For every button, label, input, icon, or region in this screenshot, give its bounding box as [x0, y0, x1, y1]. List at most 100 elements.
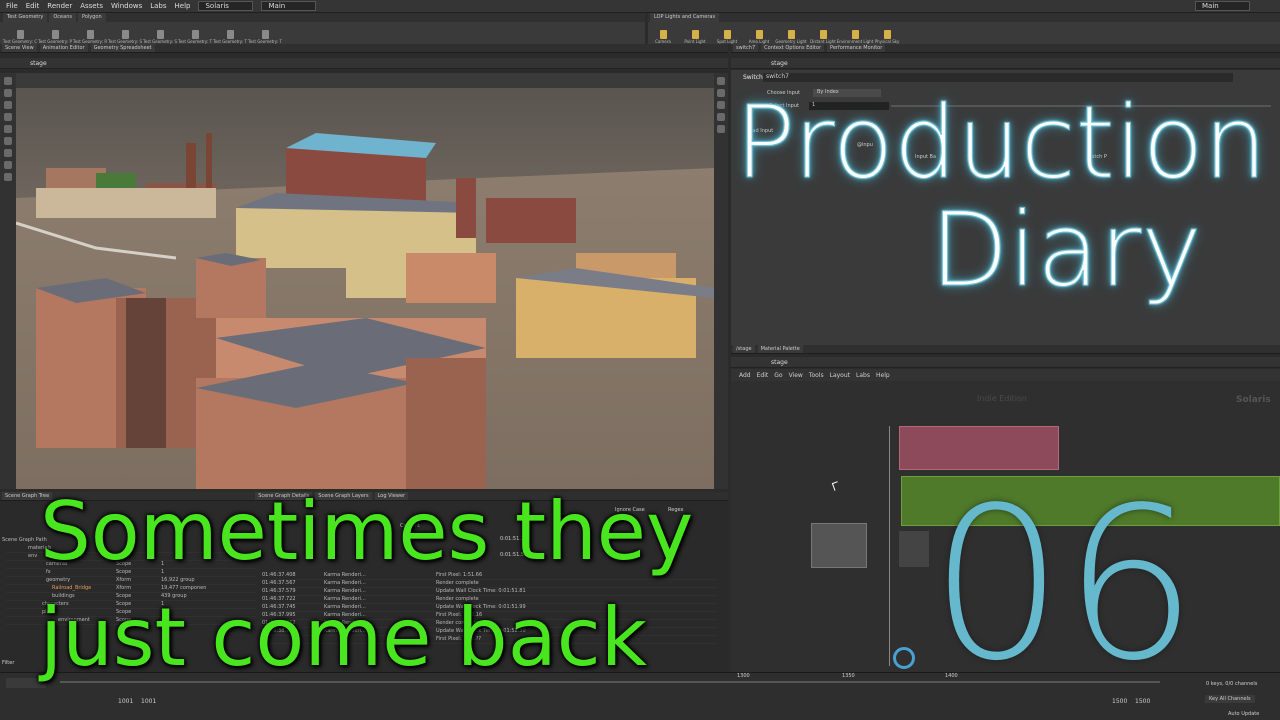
network-path-bar[interactable]: stage — [731, 357, 1280, 368]
viewport-right-toolbar — [714, 73, 728, 489]
title-production: Production — [734, 84, 1268, 201]
display-icon[interactable] — [717, 77, 725, 85]
scale-icon[interactable] — [4, 125, 12, 133]
geometry-light-tool[interactable]: Geometry Light — [775, 30, 807, 44]
shading-icon[interactable] — [717, 89, 725, 97]
frame-current-field[interactable]: 1001 — [141, 698, 156, 705]
lock-icon[interactable] — [4, 89, 12, 97]
selected-node-ring[interactable] — [893, 647, 915, 669]
wire — [889, 426, 890, 666]
filter-label[interactable]: Filter — [2, 660, 14, 666]
tab-scene-view[interactable]: Scene View — [2, 44, 37, 52]
params-path: stage — [771, 59, 788, 67]
viewer-path-bar[interactable]: stage — [0, 58, 728, 69]
frame-start-field[interactable]: 1001 — [118, 698, 133, 705]
menu-help[interactable]: Help — [175, 2, 191, 10]
shelf-tool[interactable]: Test Geometry: T — [213, 30, 247, 44]
shelf-tools: Test Geometry: C Test Geometry: P Test G… — [0, 22, 645, 44]
geometry-icon — [86, 30, 94, 39]
menu-windows[interactable]: Windows — [111, 2, 142, 10]
rotate-icon[interactable] — [4, 113, 12, 121]
lighting-icon[interactable] — [717, 101, 725, 109]
sky-icon — [883, 30, 891, 39]
menu-help[interactable]: Help — [876, 372, 890, 379]
point-light-tool[interactable]: Point Light — [683, 30, 707, 44]
light-icon[interactable] — [4, 161, 12, 169]
shelf-tool[interactable]: Test Geometry: S — [108, 30, 142, 44]
geometry-icon — [121, 30, 129, 39]
node-name-field[interactable]: switch7 — [763, 73, 1233, 82]
right-desktop-select[interactable]: Main — [1195, 1, 1250, 11]
params-path-bar[interactable]: stage — [731, 58, 1280, 69]
spot-light-tool[interactable]: Spot Light — [715, 30, 739, 44]
physical-sky-tool[interactable]: Physical Sky — [875, 30, 899, 44]
network-node[interactable] — [899, 531, 929, 567]
menu-edit[interactable]: Edit — [757, 372, 769, 379]
tree-row[interactable]: geometry Xform 16,922 group — [6, 577, 256, 585]
key-all-channels-button[interactable]: Key All Channels — [1205, 695, 1255, 703]
tab-geometry-spreadsheet[interactable]: Geometry Spreadsheet — [90, 44, 155, 52]
tab-material-palette[interactable]: Material Palette — [757, 345, 803, 353]
light-icon — [755, 30, 763, 39]
menu-view[interactable]: View — [789, 372, 803, 379]
camera-tool[interactable]: Camera — [651, 30, 675, 44]
scene-viewport[interactable] — [16, 88, 714, 489]
viewer-tabs: Scene View Animation Editor Geometry Spr… — [0, 44, 728, 53]
menu-render[interactable]: Render — [47, 2, 72, 10]
node-type-label: Switch — [743, 74, 763, 81]
menu-file[interactable]: File — [6, 2, 18, 10]
indie-watermark: Indie Edition — [977, 394, 1027, 403]
lop-shelf-tabs: LOP Lights and Cameras — [648, 13, 1280, 22]
menu-labs[interactable]: Labs — [150, 2, 166, 10]
move-icon[interactable] — [4, 101, 12, 109]
menu-labs[interactable]: Labs — [856, 372, 870, 379]
select-icon[interactable] — [4, 77, 12, 85]
shelf-tab-test-geometry[interactable]: Test Geometry — [3, 13, 48, 22]
caption-line-1: Sometimes they — [40, 485, 694, 578]
workspace-select[interactable]: Main — [261, 1, 317, 11]
tab-switch7[interactable]: switch7 — [733, 44, 759, 52]
shelf-tool[interactable]: Test Geometry: T — [178, 30, 212, 44]
menu-go[interactable]: Go — [774, 372, 782, 379]
tab-animation-editor[interactable]: Animation Editor — [39, 44, 88, 52]
camera-icon[interactable] — [717, 125, 725, 133]
network-subnet[interactable] — [811, 523, 867, 568]
geometry-icon — [156, 30, 164, 39]
menu-edit[interactable]: Edit — [26, 2, 40, 10]
menu-assets[interactable]: Assets — [80, 2, 103, 10]
menu-tools[interactable]: Tools — [809, 372, 824, 379]
episode-number: 06 — [930, 462, 1198, 707]
title-diary: Diary — [930, 191, 1203, 310]
keys-status: 0 keys, 0/0 channels — [1206, 681, 1258, 687]
log-row[interactable]: 01:46:37.567 Karma Renderi... Render compl… — [262, 580, 717, 588]
environment-light-tool[interactable]: Environment Light — [837, 30, 873, 44]
shelf-tab-oceans[interactable]: Oceans — [49, 13, 76, 22]
snap-icon[interactable] — [4, 137, 12, 145]
area-light-tool[interactable]: Area Light — [747, 30, 771, 44]
grid-icon[interactable] — [717, 113, 725, 121]
tab-performance-monitor[interactable]: Performance Monitor — [827, 44, 886, 52]
shelf-tab-polygon[interactable]: Polygon — [77, 13, 106, 22]
shelf-tab-lop-lights[interactable]: LOP Lights and Cameras — [650, 13, 720, 22]
light-icon — [723, 30, 731, 39]
magnet-icon[interactable] — [4, 149, 12, 157]
menu-add[interactable]: Add — [739, 372, 751, 379]
shelf-tool[interactable]: Test Geometry: C — [3, 30, 37, 44]
auto-update-button[interactable]: Auto Update — [1228, 711, 1259, 717]
tab-stage[interactable]: /stage — [733, 345, 755, 353]
viewport-left-toolbar — [0, 73, 16, 489]
shelf-tool[interactable]: Test Geometry: S — [143, 30, 177, 44]
distant-light-tool[interactable]: Distant Light — [810, 30, 836, 44]
camera-icon[interactable] — [4, 173, 12, 181]
tick-label: 1350 — [842, 673, 855, 679]
light-icon — [787, 30, 795, 39]
light-icon — [691, 30, 699, 39]
desktop-select[interactable]: Solaris — [198, 1, 254, 11]
tab-context-options[interactable]: Context Options Editor — [761, 44, 825, 52]
geometry-icon — [51, 30, 59, 39]
menu-layout[interactable]: Layout — [830, 372, 850, 379]
shelf-tool[interactable]: Test Geometry: T — [248, 30, 282, 44]
viewport-toolbar — [16, 73, 714, 88]
shelf-tool[interactable]: Test Geometry: R — [73, 30, 107, 44]
shelf-tool[interactable]: Test Geometry: P — [38, 30, 72, 44]
